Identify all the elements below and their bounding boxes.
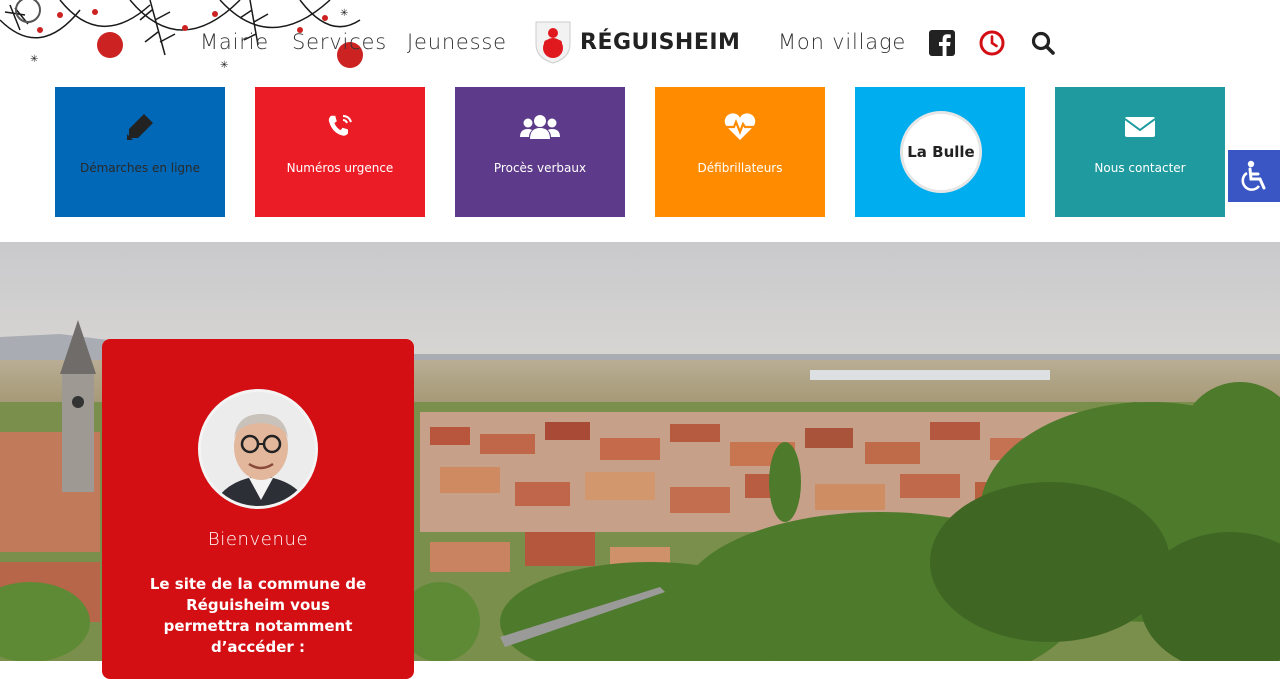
tile-la-bulle[interactable]: La Bulle — [855, 87, 1025, 217]
tile-label: Procès verbaux — [493, 161, 587, 175]
search-icon[interactable] — [1030, 30, 1056, 56]
tile-label: Démarches en ligne — [79, 161, 201, 175]
tile-nous-contacter[interactable]: Nous contacter — [1055, 87, 1225, 217]
wheelchair-icon — [1241, 160, 1266, 191]
welcome-card: Bienvenue Le site de la commune de Régui… — [102, 339, 414, 679]
mayor-avatar — [198, 389, 318, 509]
site-title: RÉGUISHEIM — [580, 29, 741, 55]
tile-label: Défibrillateurs — [697, 161, 783, 175]
pen-icon — [127, 114, 153, 140]
tile-defibrillateurs[interactable]: Défibrillateurs — [655, 87, 825, 217]
users-icon — [520, 115, 560, 139]
svg-text:✳: ✳ — [30, 54, 38, 65]
phone-icon — [328, 115, 352, 136]
welcome-text: Le site de la commune de Réguisheim vous… — [149, 575, 367, 656]
heartbeat-icon — [724, 113, 756, 140]
nav-mon-village[interactable]: Mon village — [778, 30, 906, 54]
tile-proces-verbaux[interactable]: Procès verbaux — [455, 87, 625, 217]
site-header: ✳ ✳ ✳ Mairie Services Jeunesse RÉGUISHEI… — [0, 0, 1280, 87]
svg-text:✳: ✳ — [220, 60, 228, 71]
nav-jeunesse[interactable]: Jeunesse — [407, 30, 507, 54]
tile-label: Nous contacter — [1094, 161, 1186, 175]
tile-numeros-urgence[interactable]: Numéros urgence — [255, 87, 425, 217]
welcome-title: Bienvenue — [207, 529, 309, 550]
nav-services[interactable]: Services — [292, 30, 387, 54]
clock-icon[interactable] — [979, 30, 1005, 56]
reguisheim-crest-icon — [535, 21, 571, 64]
facebook-icon[interactable] — [929, 30, 955, 56]
la-bulle-text: La Bulle — [907, 143, 975, 161]
accessibility-button[interactable] — [1228, 150, 1280, 202]
nav-mairie[interactable]: Mairie — [200, 30, 269, 54]
tile-label: Numéros urgence — [286, 161, 394, 175]
envelope-icon — [1124, 117, 1156, 137]
svg-text:✳: ✳ — [340, 8, 348, 19]
tile-demarches-en-ligne[interactable]: Démarches en ligne — [55, 87, 225, 217]
site-logo[interactable]: RÉGUISHEIM — [534, 20, 740, 64]
la-bulle-logo: La Bulle — [900, 111, 982, 193]
